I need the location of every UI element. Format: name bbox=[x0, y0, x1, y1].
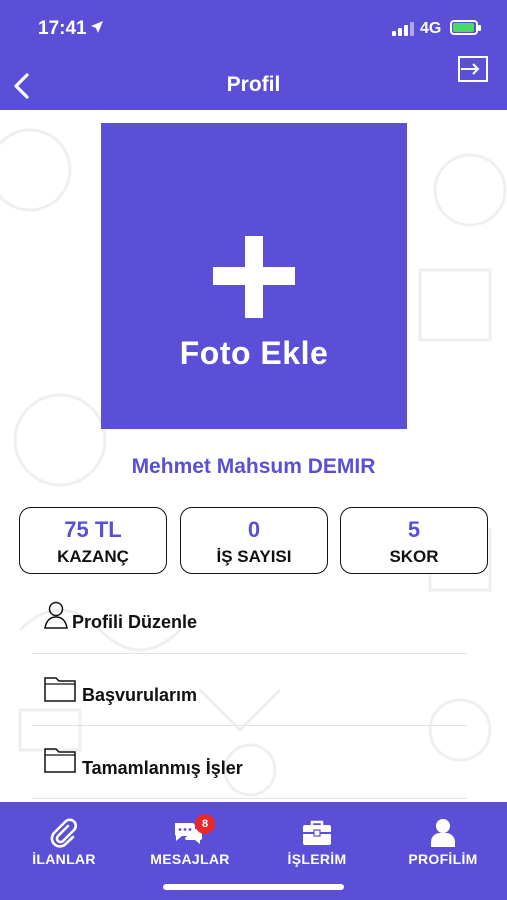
stat-label: İŞ SAYISI bbox=[216, 547, 292, 566]
divider bbox=[32, 653, 467, 654]
folder-icon bbox=[44, 677, 76, 702]
menu-item-edit-profile[interactable]: Profili Düzenle bbox=[32, 586, 467, 658]
network-type: 4G bbox=[420, 20, 442, 37]
header-bar: 17:41 4G Profil bbox=[0, 0, 507, 110]
signal-icon bbox=[392, 22, 414, 36]
status-bar: 17:41 4G bbox=[0, 0, 507, 50]
user-icon bbox=[431, 819, 455, 847]
tab-messages[interactable]: 8 MESAJLAR bbox=[135, 802, 245, 882]
tab-label: PROFİLİM bbox=[408, 851, 478, 867]
menu-item-completed-jobs[interactable]: Tamamlanmış İşler bbox=[32, 733, 467, 805]
user-name: Mehmet Mahsum DEMIR bbox=[131, 455, 376, 478]
stat-earnings: 75 TL KAZANÇ bbox=[19, 507, 167, 574]
plus-icon bbox=[213, 236, 295, 318]
battery-icon bbox=[450, 20, 481, 35]
paperclip-icon bbox=[50, 818, 77, 848]
stat-job-count: 0 İŞ SAYISI bbox=[180, 507, 328, 574]
tab-listings[interactable]: İLANLAR bbox=[9, 802, 119, 882]
logout-icon[interactable] bbox=[458, 56, 488, 82]
stat-value: 0 bbox=[247, 517, 261, 542]
unread-badge: 8 bbox=[195, 814, 215, 834]
menu-item-label: Profili Düzenle bbox=[72, 612, 198, 632]
menu-item-label: Başvurularım bbox=[82, 685, 198, 705]
tab-label: İŞLERİM bbox=[287, 851, 347, 867]
home-indicator bbox=[163, 884, 344, 890]
menu-item-applications[interactable]: Başvurularım bbox=[32, 660, 467, 732]
menu-item-label: Tamamlanmış İşler bbox=[82, 758, 243, 778]
status-time: 17:41 bbox=[38, 18, 87, 39]
tab-label: İLANLAR bbox=[32, 851, 96, 867]
tab-my-profile[interactable]: PROFİLİM bbox=[388, 802, 498, 882]
divider bbox=[32, 798, 467, 799]
page-title: Profil bbox=[226, 73, 281, 96]
briefcase-icon bbox=[303, 820, 331, 845]
tab-my-jobs[interactable]: İŞLERİM bbox=[262, 802, 372, 882]
tab-label: MESAJLAR bbox=[150, 851, 230, 867]
stat-label: SKOR bbox=[389, 547, 439, 566]
stat-score: 5 SKOR bbox=[340, 507, 488, 574]
divider bbox=[32, 725, 467, 726]
add-photo-label: Foto Ekle bbox=[179, 335, 329, 371]
stat-value: 75 TL bbox=[64, 517, 122, 542]
stat-value: 5 bbox=[407, 517, 421, 542]
add-photo-button[interactable]: Foto Ekle bbox=[101, 123, 407, 429]
folder-icon bbox=[44, 748, 76, 773]
stat-label: KAZANÇ bbox=[57, 547, 129, 566]
location-arrow-icon bbox=[91, 21, 103, 33]
